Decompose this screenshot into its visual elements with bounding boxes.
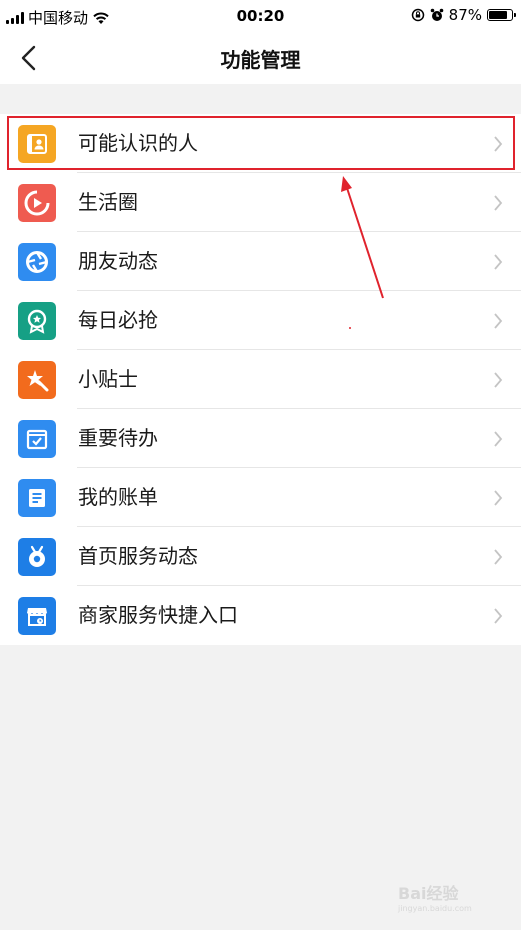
chevron-right-icon (494, 254, 503, 270)
battery-percent: 87% (448, 6, 482, 24)
list-item-label: 生活圈 (78, 190, 138, 214)
list-item-label: 朋友动态 (78, 249, 158, 273)
tv-icon (18, 538, 56, 576)
list-item-label: 每日必抢 (78, 308, 158, 332)
chevron-right-icon (494, 136, 503, 152)
list-item-label: 小贴士 (78, 367, 138, 391)
shop-icon (18, 597, 56, 635)
alarm-icon (430, 8, 443, 21)
contact-card-icon (18, 125, 56, 163)
list-item-friend-updates[interactable]: 朋友动态 (0, 232, 521, 291)
calendar-check-icon (18, 420, 56, 458)
list-item-label: 我的账单 (78, 485, 158, 509)
document-icon (18, 479, 56, 517)
chevron-right-icon (494, 195, 503, 211)
chevron-right-icon (494, 372, 503, 388)
battery-fill (489, 11, 508, 19)
list-item-label: 首页服务动态 (78, 544, 198, 568)
list-item-merchant-shortcuts[interactable]: 商家服务快捷入口 (0, 586, 521, 645)
list-item-life-circle[interactable]: 生活圈 (0, 173, 521, 232)
navigation-bar: 功能管理 (0, 32, 521, 84)
feature-list: 可能认识的人 生活圈 朋友动态 每日必抢 小贴士 重要待办 我的账单 首页服务动… (0, 114, 521, 645)
chevron-right-icon (494, 431, 503, 447)
status-bar: 中国移动 00:20 87% (0, 0, 521, 32)
chevron-right-icon (494, 549, 503, 565)
chevron-right-icon (494, 313, 503, 329)
list-item-label: 商家服务快捷入口 (78, 603, 238, 627)
page-title: 功能管理 (220, 48, 301, 72)
list-item-label: 重要待办 (78, 426, 158, 450)
status-right: 87% (411, 6, 516, 24)
play-circle-icon (18, 184, 56, 222)
list-item-tips[interactable]: 小贴士 (0, 350, 521, 409)
list-item-important-todo[interactable]: 重要待办 (0, 409, 521, 468)
chevron-right-icon (494, 608, 503, 624)
sparkle-icon (18, 361, 56, 399)
list-item-homepage-service-updates[interactable]: 首页服务动态 (0, 527, 521, 586)
shutter-icon (18, 243, 56, 281)
battery-icon (487, 9, 516, 21)
list-item-label: 可能认识的人 (78, 131, 198, 155)
chevron-right-icon (494, 490, 503, 506)
badge-star-icon (18, 302, 56, 340)
list-item-my-bills[interactable]: 我的账单 (0, 468, 521, 527)
watermark: Bai经验 jingyan.baidu.com (398, 880, 472, 913)
rotation-lock-icon (411, 8, 424, 22)
watermark-text: Bai经验 (398, 884, 459, 903)
watermark-subtext: jingyan.baidu.com (398, 904, 472, 913)
list-item-daily-deals[interactable]: 每日必抢 (0, 291, 521, 350)
list-item-people-you-may-know[interactable]: 可能认识的人 (0, 114, 521, 173)
